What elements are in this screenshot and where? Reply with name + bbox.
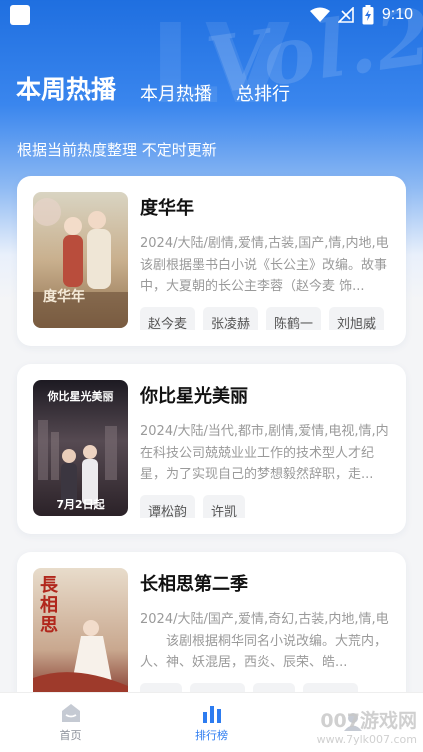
drama-title: 长相思第二季 (140, 574, 248, 595)
drama-poster: 長相思 (33, 568, 128, 704)
notification-icon (10, 5, 30, 25)
drama-meta: 2024/大陆/当代,都市,剧情,爱情,电视,情,内 (140, 424, 389, 439)
ranking-subtitle: 根据当前热度整理 不定时更新 (17, 141, 217, 159)
actor-tag[interactable]: 陈鹤一 (266, 307, 322, 330)
actor-tag[interactable]: 许凯 (203, 495, 246, 518)
drama-description: 该剧根据桐华同名小说改编。大荒内，人、神、妖混居，西炎、辰荣、皓... (140, 634, 388, 670)
drama-card[interactable]: 度华年 度华年 2024/大陆/剧情,爱情,古装,国产,情,内地,电 该剧根据墨… (17, 176, 406, 346)
actor-list: 赵今麦 张凌赫 陈鹤一 刘旭威 (140, 307, 390, 330)
poster-title: 度华年 (43, 289, 85, 305)
tab-monthly[interactable]: 本月热播 (140, 80, 212, 106)
actor-tag[interactable]: 张凌赫 (203, 307, 259, 330)
drama-meta: 2024/大陆/剧情,爱情,古装,国产,情,内地,电 (140, 236, 389, 251)
actor-tag[interactable]: 谭松韵 (140, 495, 196, 518)
drama-title: 你比星光美丽 (140, 386, 248, 407)
nav-home-label: 首页 (59, 728, 82, 742)
nav-home[interactable]: 首页 (0, 693, 141, 752)
watermark-sub: www.7ylk007.com (316, 733, 417, 746)
status-time: 9:10 (381, 6, 413, 23)
status-bar: 9:10 (0, 0, 423, 30)
wifi-icon (309, 7, 330, 22)
ranking-tabs: 本周热播 本月热播 总排行 (16, 70, 290, 106)
site-watermark: 007游戏网 www.7ylk007.com (317, 706, 417, 746)
home-icon (61, 703, 80, 722)
actor-list: 谭松韵 许凯 (140, 495, 390, 518)
watermark-main: 007游戏网 (320, 710, 417, 732)
drama-description: 在科技公司兢兢业业工作的技术型人才纪星，为了实现自己的梦想毅然辞职，走... (140, 446, 375, 482)
nav-ranking[interactable]: 排行榜 (141, 693, 282, 752)
battery-charging-icon (362, 5, 374, 25)
poster-title: 你比星光美丽 (47, 390, 114, 403)
poster-date: 7月2日起 (56, 498, 105, 511)
no-signal-icon (337, 7, 354, 23)
drama-title: 度华年 (140, 198, 194, 219)
ranking-icon (202, 705, 221, 723)
tab-overall[interactable]: 总排行 (236, 80, 290, 106)
actor-tag[interactable]: 赵今麦 (140, 307, 196, 330)
tab-weekly[interactable]: 本周热播 (16, 70, 116, 106)
poster-title: 長相思 (40, 575, 58, 636)
actor-tag[interactable]: 刘旭威 (329, 307, 385, 330)
drama-list: 度华年 度华年 2024/大陆/剧情,爱情,古装,国产,情,内地,电 该剧根据墨… (17, 176, 406, 740)
drama-meta: 2024/大陆/国产,爱情,奇幻,古装,内地,情,电 (140, 612, 389, 627)
nav-ranking-label: 排行榜 (195, 728, 228, 742)
drama-poster: 度华年 (33, 192, 128, 328)
drama-card[interactable]: 你比星光美丽 7月2日起 你比星光美丽 2024/大陆/当代,都市,剧情,爱情,… (17, 364, 406, 534)
drama-poster: 你比星光美丽 7月2日起 (33, 380, 128, 516)
drama-description: 该剧根据墨书白小说《长公主》改编。故事中，大夏朝的长公主李蓉（赵今麦 饰... (140, 258, 388, 294)
